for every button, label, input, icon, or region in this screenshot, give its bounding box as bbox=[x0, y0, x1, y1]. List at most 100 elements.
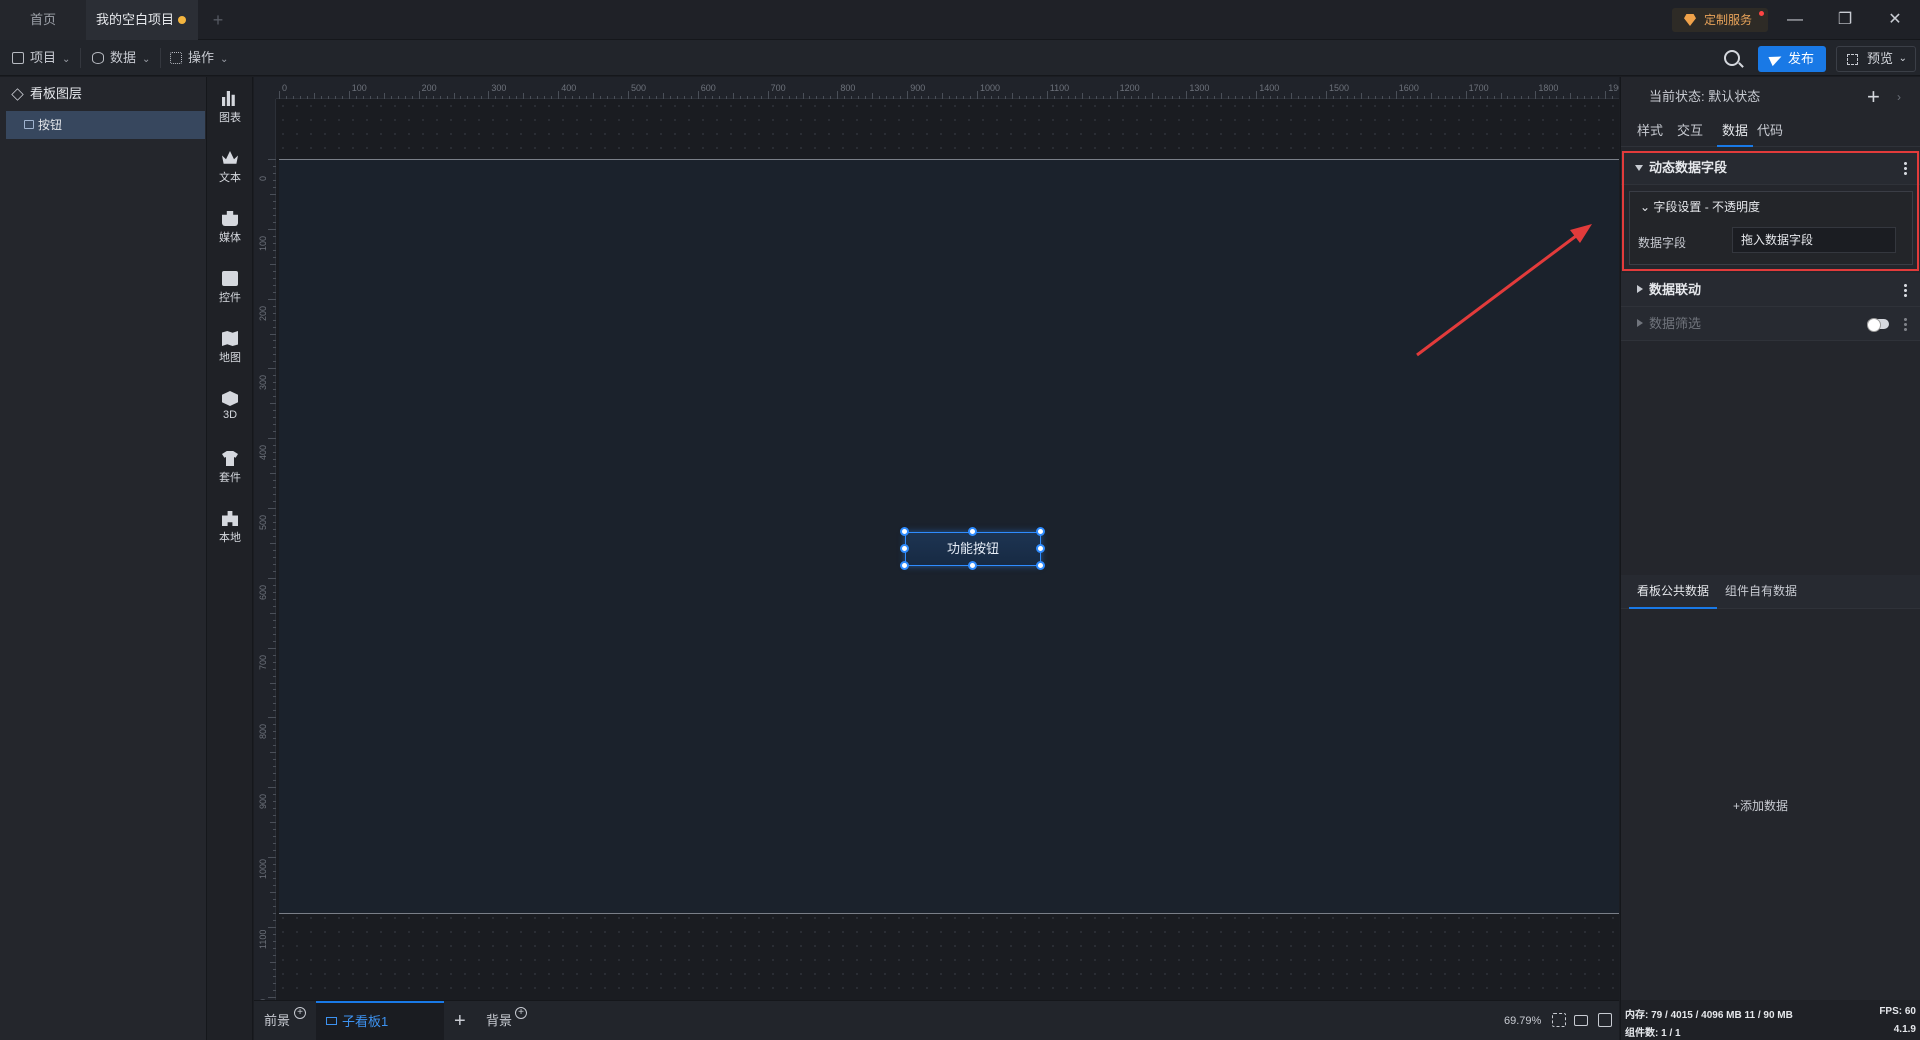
ruler-minor-tick bbox=[1528, 96, 1530, 99]
ruler-tick bbox=[268, 996, 276, 998]
ruler-minor-tick bbox=[397, 96, 399, 99]
ruler-minor-tick bbox=[273, 829, 276, 831]
resize-handle[interactable] bbox=[1036, 561, 1045, 570]
ruler-minor-tick bbox=[273, 214, 276, 216]
tab-board-public-data[interactable]: 看板公共数据 bbox=[1629, 575, 1718, 609]
tab-code[interactable]: 代码 bbox=[1757, 117, 1783, 147]
tab-data[interactable]: 数据 bbox=[1717, 117, 1753, 147]
ruler-minor-tick bbox=[1207, 96, 1209, 99]
rail-label: 套件 bbox=[219, 472, 241, 484]
ruler-minor-tick bbox=[537, 96, 539, 99]
resize-handle[interactable] bbox=[968, 561, 977, 570]
layer-item-button[interactable]: 按钮 bbox=[6, 111, 205, 139]
rail-item-media[interactable]: 媒体 bbox=[207, 203, 253, 255]
canvas-stage[interactable]: 0 100 200 300 400 500 600 700 800 900 1000 1100 1200… bbox=[254, 77, 1619, 1000]
chevron-down-icon: ⌄ bbox=[142, 54, 151, 65]
chevron-right-icon[interactable]: › bbox=[1897, 77, 1901, 117]
more-icon[interactable] bbox=[1904, 283, 1907, 297]
close-button[interactable]: ✕ bbox=[1872, 0, 1918, 40]
ruler-minor-tick bbox=[341, 96, 343, 99]
ruler-tick bbox=[1395, 91, 1397, 99]
ruler-minor-tick bbox=[273, 640, 276, 642]
section-data-filter[interactable]: 数据筛选 bbox=[1621, 307, 1920, 341]
publish-button[interactable]: 发布 bbox=[1758, 46, 1826, 72]
rail-item-text[interactable]: 文本 bbox=[207, 143, 253, 195]
add-board-button[interactable]: + bbox=[454, 1001, 466, 1040]
keyboard-icon[interactable] bbox=[1574, 1015, 1588, 1026]
tab-interaction[interactable]: 交互 bbox=[1677, 117, 1703, 147]
ruler-minor-tick bbox=[306, 96, 308, 99]
ruler-minor-tick bbox=[1018, 96, 1020, 99]
rail-item-3d[interactable]: 3D bbox=[207, 383, 253, 435]
menu-data[interactable]: 数据 ⌄ bbox=[80, 40, 160, 76]
ruler-minor-tick bbox=[614, 96, 616, 99]
resize-handle[interactable] bbox=[900, 527, 909, 536]
ruler-minor-tick bbox=[273, 284, 276, 286]
ruler-minor-tick bbox=[746, 96, 748, 99]
ruler-minor-tick bbox=[273, 989, 276, 991]
ruler-minor-tick bbox=[872, 93, 874, 99]
tab-style[interactable]: 样式 bbox=[1637, 117, 1663, 147]
ruler-minor-tick bbox=[273, 619, 276, 621]
resize-handle[interactable] bbox=[900, 544, 909, 553]
zoom-level[interactable]: 69.79% bbox=[1504, 1001, 1541, 1040]
canvas-bottom-bar: 前景 + 子看板1 + 背景 + 69.79% bbox=[254, 1000, 1619, 1040]
resize-handle[interactable] bbox=[900, 561, 909, 570]
add-circle-icon[interactable]: + bbox=[515, 1007, 527, 1019]
ruler-minor-tick bbox=[273, 724, 276, 726]
terminal-icon[interactable] bbox=[1598, 1013, 1612, 1027]
rail-item-chart[interactable]: 图表 bbox=[207, 83, 253, 135]
background-tab[interactable]: 背景 bbox=[486, 1001, 512, 1040]
minimize-button[interactable]: — bbox=[1772, 0, 1818, 40]
ruler-minor-tick bbox=[1221, 93, 1223, 99]
section-data-linkage[interactable]: 数据联动 bbox=[1621, 273, 1920, 307]
rail-item-kit[interactable]: 套件 bbox=[207, 443, 253, 495]
ruler-minor-tick bbox=[273, 319, 276, 321]
ruler-minor-tick bbox=[273, 898, 276, 900]
resize-handle[interactable] bbox=[1036, 527, 1045, 536]
ruler-minor-tick bbox=[760, 96, 762, 99]
rail-item-local[interactable]: 本地 bbox=[207, 503, 253, 555]
add-circle-icon[interactable]: + bbox=[294, 1007, 306, 1019]
ruler-label: 700 bbox=[770, 83, 786, 93]
sub-board-tab[interactable]: 子看板1 bbox=[316, 1001, 444, 1040]
restore-button[interactable]: ❐ bbox=[1822, 0, 1868, 40]
artboard[interactable]: 功能按钮 bbox=[279, 159, 1619, 914]
new-tab-button[interactable]: + bbox=[208, 0, 228, 40]
tab-project[interactable]: 我的空白项目 bbox=[86, 0, 198, 40]
menu-project[interactable]: 项目 ⌄ bbox=[0, 40, 80, 76]
add-state-button[interactable]: + bbox=[1867, 77, 1880, 117]
menu-operation[interactable]: 操作 ⌄ bbox=[158, 40, 238, 76]
resize-handle[interactable] bbox=[1036, 544, 1045, 553]
rail-item-map[interactable]: 地图 bbox=[207, 323, 253, 375]
filter-toggle[interactable] bbox=[1867, 318, 1889, 332]
tab-home[interactable]: 首页 bbox=[0, 0, 86, 40]
fit-screen-icon[interactable] bbox=[1552, 1013, 1566, 1027]
ruler-minor-tick bbox=[711, 96, 713, 99]
chevron-down-icon: ⌄ bbox=[62, 54, 71, 65]
search-icon[interactable] bbox=[1724, 50, 1740, 66]
text-icon bbox=[222, 151, 238, 164]
component-rail: 图表 文本 媒体 控件 地图 3D 套件 本地 bbox=[207, 77, 253, 1040]
resize-handle[interactable] bbox=[968, 527, 977, 536]
preview-button[interactable]: 预览 ⌄ bbox=[1836, 46, 1916, 72]
ruler-minor-tick bbox=[1151, 93, 1153, 99]
ruler-minor-tick bbox=[273, 270, 276, 272]
add-data-button[interactable]: +添加数据 bbox=[1733, 797, 1788, 814]
ruler-label: 900 bbox=[258, 794, 268, 810]
ruler-minor-tick bbox=[956, 96, 958, 99]
foreground-tab[interactable]: 前景 bbox=[264, 1001, 290, 1040]
ruler-minor-tick bbox=[273, 375, 276, 377]
tab-component-own-data[interactable]: 组件自有数据 bbox=[1725, 575, 1797, 609]
ruler-minor-tick bbox=[1179, 96, 1181, 99]
data-source-tabs: 看板公共数据 组件自有数据 bbox=[1621, 575, 1920, 609]
ruler-minor-tick bbox=[273, 933, 276, 935]
ruler-minor-tick bbox=[273, 912, 276, 914]
ruler-minor-tick bbox=[1158, 96, 1160, 99]
rail-item-control[interactable]: 控件 bbox=[207, 263, 253, 315]
ruler-tick bbox=[907, 91, 909, 99]
custom-service-button[interactable]: 定制服务 bbox=[1672, 8, 1768, 32]
ruler-minor-tick bbox=[1332, 96, 1334, 99]
more-icon[interactable] bbox=[1904, 317, 1907, 331]
state-value[interactable]: 默认状态 bbox=[1708, 89, 1760, 104]
